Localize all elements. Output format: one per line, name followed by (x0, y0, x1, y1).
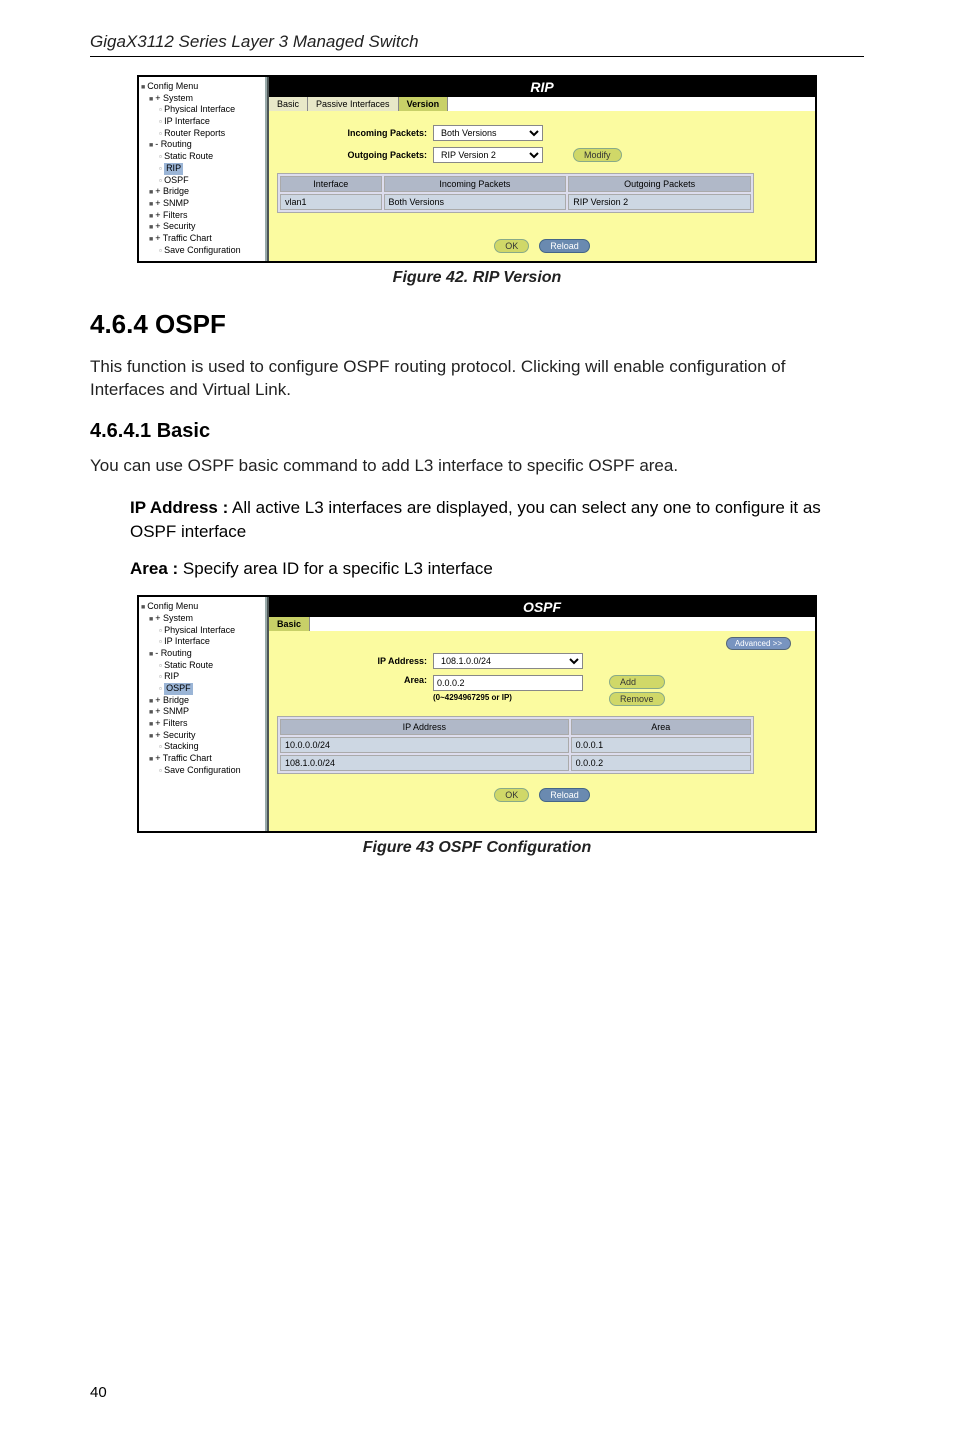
figure-43-screenshot: Config Menu + SystemPhysical InterfaceIP… (137, 595, 817, 833)
section-heading-464: 4.6.4 OSPF (90, 309, 864, 340)
tab-basic[interactable]: Basic (269, 617, 310, 631)
ip-address-term: IP Address : All active L3 interfaces ar… (130, 496, 864, 544)
tree-item[interactable]: + Security (141, 221, 263, 233)
table-cell: 108.1.0.0/24 (280, 755, 569, 771)
fig43-tree: Config Menu + SystemPhysical InterfaceIP… (139, 597, 269, 831)
section-heading-4641: 4.6.4.1 Basic (90, 420, 864, 443)
outgoing-label: Outgoing Packets: (317, 150, 427, 160)
figure-43-caption: Figure 43 OSPF Configuration (90, 839, 864, 857)
section-p1: This function is used to configure OSPF … (90, 356, 864, 402)
tab-version[interactable]: Version (399, 97, 449, 111)
ok-button[interactable]: OK (494, 239, 529, 253)
tree-item[interactable]: - Routing (141, 139, 263, 151)
page-header: GigaX3112 Series Layer 3 Managed Switch (90, 32, 864, 57)
ip-address-text: All active L3 interfaces are displayed, … (130, 498, 821, 541)
tree-item[interactable]: Physical Interface (141, 625, 263, 637)
fig42-tabs: BasicPassive InterfacesVersion (269, 97, 815, 111)
tree-item[interactable]: Physical Interface (141, 104, 263, 116)
tree-item[interactable]: + System (141, 613, 263, 625)
fig42-table: InterfaceIncoming PacketsOutgoing Packet… (277, 173, 754, 213)
ospf-area-hint: (0~4294967295 or IP) (433, 693, 583, 702)
advanced-button[interactable]: Advanced >> (726, 637, 791, 650)
incoming-label: Incoming Packets: (317, 128, 427, 138)
ip-address-label: IP Address : (130, 498, 228, 517)
tree-item[interactable]: Static Route (141, 660, 263, 672)
tree-item[interactable]: + Filters (141, 210, 263, 222)
tree-item[interactable]: Stacking (141, 741, 263, 753)
tree-root[interactable]: Config Menu (141, 601, 263, 613)
tree-item[interactable]: + SNMP (141, 706, 263, 718)
table-row[interactable]: 10.0.0.0/240.0.0.1 (280, 737, 751, 753)
table-header: Area (571, 719, 751, 735)
area-term: Area : Specify area ID for a specific L3… (130, 557, 864, 581)
add-button[interactable]: Add (609, 675, 665, 689)
ospf-ip-label: IP Address: (317, 656, 427, 666)
fig43-tabs: Basic (269, 617, 815, 631)
reload-button[interactable]: Reload (539, 788, 590, 802)
table-header: Outgoing Packets (568, 176, 751, 192)
incoming-select[interactable]: Both Versions (433, 125, 543, 141)
tree-item[interactable]: + System (141, 93, 263, 105)
tree-item[interactable]: + Traffic Chart (141, 233, 263, 245)
tree-item[interactable]: OSPF (141, 175, 263, 187)
tree-item[interactable]: OSPF (141, 683, 263, 695)
table-cell: Both Versions (384, 194, 567, 210)
product-name: GigaX3112 Series Layer 3 Managed Switch (90, 32, 419, 51)
outgoing-select[interactable]: RIP Version 2 (433, 147, 543, 163)
tree-item[interactable]: + SNMP (141, 198, 263, 210)
tab-passive-interfaces[interactable]: Passive Interfaces (308, 97, 399, 111)
tab-basic[interactable]: Basic (269, 97, 308, 111)
modify-button[interactable]: Modify (573, 148, 622, 162)
table-cell: 0.0.0.1 (571, 737, 751, 753)
tree-item[interactable]: IP Interface (141, 636, 263, 648)
table-row[interactable]: vlan1Both VersionsRIP Version 2 (280, 194, 751, 210)
tree-item[interactable]: + Bridge (141, 695, 263, 707)
ospf-area-input[interactable] (433, 675, 583, 691)
remove-button[interactable]: Remove (609, 692, 665, 706)
tree-item[interactable]: - Routing (141, 648, 263, 660)
tree-item[interactable]: IP Interface (141, 116, 263, 128)
fig42-tree: Config Menu + SystemPhysical InterfaceIP… (139, 77, 269, 261)
table-row[interactable]: 108.1.0.0/240.0.0.2 (280, 755, 751, 771)
table-cell: RIP Version 2 (568, 194, 751, 210)
ospf-area-label: Area: (317, 675, 427, 685)
area-text: Specify area ID for a specific L3 interf… (178, 559, 493, 578)
figure-42-screenshot: Config Menu + SystemPhysical InterfaceIP… (137, 75, 817, 263)
table-cell: 10.0.0.0/24 (280, 737, 569, 753)
table-header: Incoming Packets (384, 176, 567, 192)
tree-item[interactable]: Static Route (141, 151, 263, 163)
table-cell: 0.0.0.2 (571, 755, 751, 771)
fig42-title: RIP (269, 77, 815, 97)
figure-42-caption: Figure 42. RIP Version (90, 269, 864, 287)
tree-item[interactable]: RIP (141, 671, 263, 683)
tree-item[interactable]: Router Reports (141, 128, 263, 140)
ok-button[interactable]: OK (494, 788, 529, 802)
tree-item[interactable]: + Bridge (141, 186, 263, 198)
area-label: Area : (130, 559, 178, 578)
ospf-ip-select[interactable]: 108.1.0.0/24 (433, 653, 583, 669)
tree-item[interactable]: + Filters (141, 718, 263, 730)
tree-item[interactable]: Save Configuration (141, 765, 263, 777)
table-cell: vlan1 (280, 194, 382, 210)
fig43-table: IP AddressArea10.0.0.0/240.0.0.1108.1.0.… (277, 716, 754, 774)
tree-item[interactable]: + Security (141, 730, 263, 742)
tree-root[interactable]: Config Menu (141, 81, 263, 93)
tree-item[interactable]: RIP (141, 163, 263, 175)
tree-item[interactable]: Save Configuration (141, 245, 263, 257)
table-header: IP Address (280, 719, 569, 735)
section-p2: You can use OSPF basic command to add L3… (90, 455, 864, 478)
fig43-title: OSPF (269, 597, 815, 617)
tree-item[interactable]: + Traffic Chart (141, 753, 263, 765)
table-header: Interface (280, 176, 382, 192)
reload-button[interactable]: Reload (539, 239, 590, 253)
page-number: 40 (90, 1384, 107, 1401)
